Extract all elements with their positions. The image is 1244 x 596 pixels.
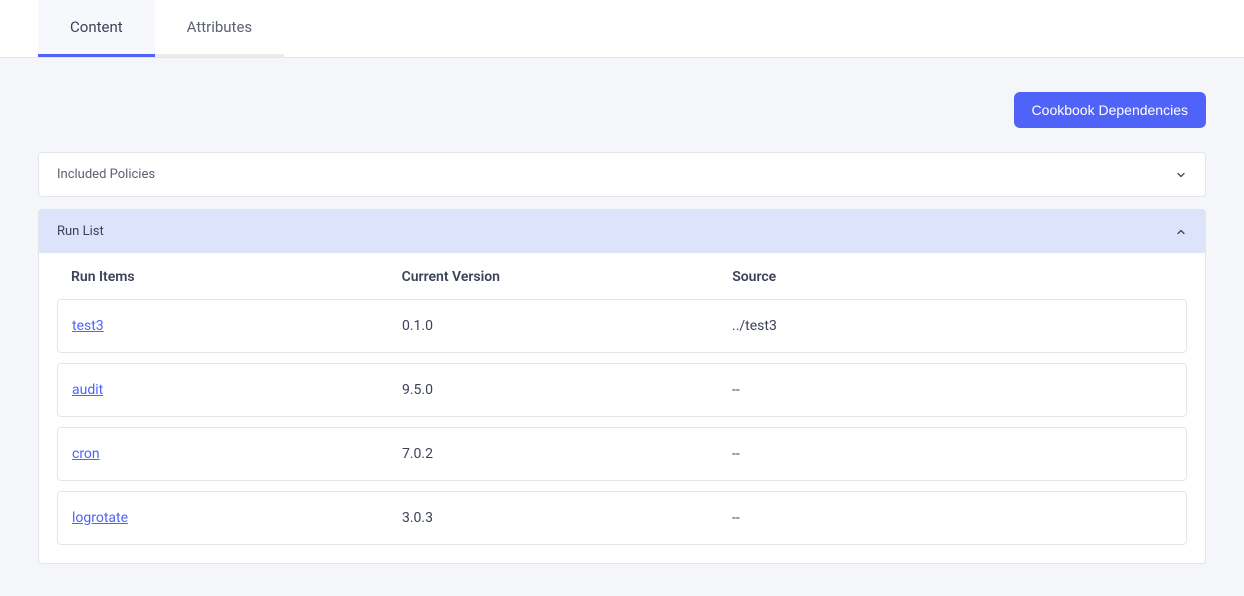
run-item-link[interactable]: test3 [72,318,104,334]
included-policies-title: Included Policies [57,167,155,182]
run-list-table-header: Run Items Current Version Source [39,253,1205,299]
tab-content[interactable]: Content [38,0,155,57]
run-item-link[interactable]: audit [72,382,103,398]
table-row: logrotate 3.0.3 -- [57,491,1187,545]
cookbook-dependencies-button[interactable]: Cookbook Dependencies [1014,92,1206,128]
col-header-name: Run Items [71,269,402,285]
run-item-version: 9.5.0 [402,382,732,398]
run-item-version: 3.0.3 [402,510,732,526]
run-item-source: ../test3 [732,318,1172,334]
run-list-title: Run List [57,224,104,239]
table-row: audit 9.5.0 -- [57,363,1187,417]
tabs-bar: Content Attributes [0,0,1244,58]
tab-attributes[interactable]: Attributes [155,0,285,57]
run-item-link[interactable]: logrotate [72,510,128,526]
top-actions: Cookbook Dependencies [38,92,1206,128]
run-item-version: 0.1.0 [402,318,732,334]
content-area: Cookbook Dependencies Included Policies … [0,58,1244,596]
included-policies-panel: Included Policies [38,152,1206,197]
run-item-link[interactable]: cron [72,446,100,462]
run-item-version: 7.0.2 [402,446,732,462]
run-list-panel: Run List Run Items Current Version Sourc… [38,209,1206,564]
table-row: cron 7.0.2 -- [57,427,1187,481]
run-list-rows: test3 0.1.0 ../test3 audit 9.5.0 -- cron [39,299,1205,545]
chevron-down-icon [1175,169,1187,181]
run-item-source: -- [732,382,1172,398]
included-policies-header[interactable]: Included Policies [39,153,1205,196]
run-list-body: Run Items Current Version Source test3 0… [39,253,1205,563]
col-header-version: Current Version [402,269,733,285]
run-item-source: -- [732,446,1172,462]
chevron-up-icon [1175,226,1187,238]
col-header-source: Source [732,269,1173,285]
table-row: test3 0.1.0 ../test3 [57,299,1187,353]
run-item-source: -- [732,510,1172,526]
run-list-header[interactable]: Run List [39,210,1205,253]
